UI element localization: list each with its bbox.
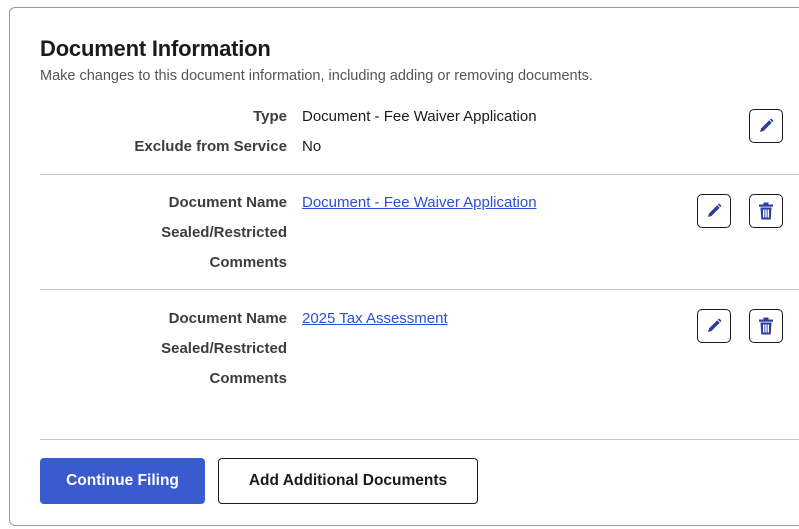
pencil-icon — [706, 318, 722, 334]
sealed-restricted-label: Sealed/Restricted — [161, 340, 287, 357]
delete-document-button[interactable] — [749, 194, 783, 228]
edit-type-button[interactable] — [749, 109, 783, 143]
edit-document-button[interactable] — [697, 194, 731, 228]
continue-filing-button[interactable]: Continue Filing — [40, 458, 205, 504]
exclude-from-service-value: No — [302, 138, 322, 155]
document-information-card: Document Information Make changes to thi… — [9, 7, 799, 526]
comments-label: Comments — [209, 370, 287, 387]
type-value: Document - Fee Waiver Application — [302, 108, 537, 125]
section-divider — [40, 289, 799, 290]
exclude-from-service-label: Exclude from Service — [134, 138, 287, 155]
add-additional-documents-button[interactable]: Add Additional Documents — [218, 458, 478, 504]
delete-document-button[interactable] — [749, 309, 783, 343]
trash-icon — [758, 317, 774, 335]
document-name-link[interactable]: 2025 Tax Assessment — [302, 310, 448, 327]
edit-document-button[interactable] — [697, 309, 731, 343]
pencil-icon — [706, 203, 722, 219]
trash-icon — [758, 202, 774, 220]
page-subtitle: Make changes to this document informatio… — [40, 68, 593, 84]
comments-label: Comments — [209, 254, 287, 271]
document-name-label: Document Name — [168, 310, 287, 327]
pencil-icon — [758, 118, 774, 134]
document-name-link[interactable]: Document - Fee Waiver Application — [302, 194, 537, 211]
type-label: Type — [253, 108, 287, 125]
section-divider — [40, 174, 799, 175]
sealed-restricted-label: Sealed/Restricted — [161, 224, 287, 241]
document-name-label: Document Name — [168, 194, 287, 211]
section-divider — [40, 439, 799, 440]
page-title: Document Information — [40, 36, 271, 61]
